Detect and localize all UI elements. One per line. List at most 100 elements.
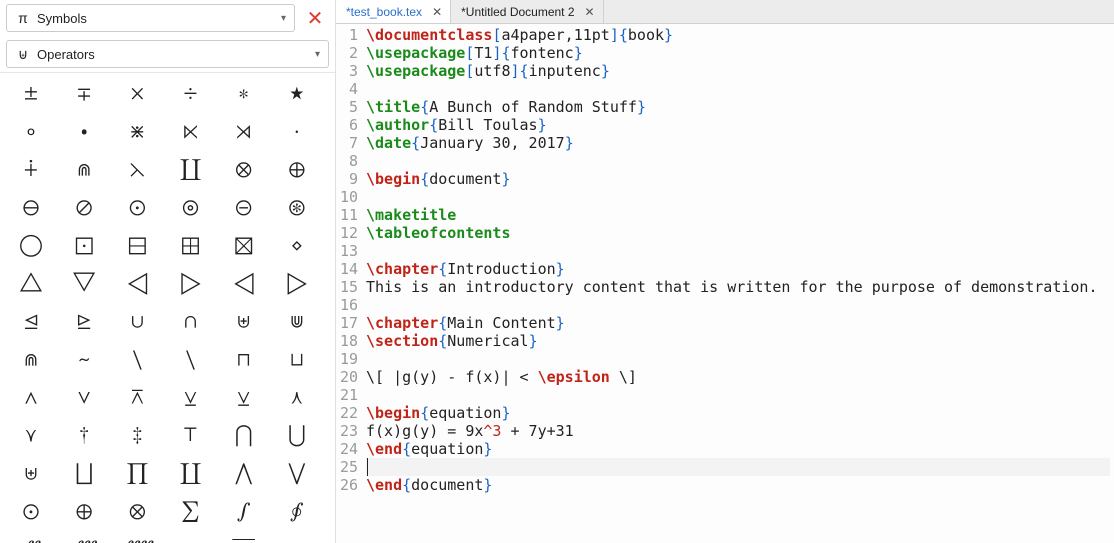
symbol-cell[interactable]: ∐ <box>170 157 212 183</box>
code-line[interactable] <box>366 242 1110 260</box>
symbol-cell[interactable]: ⋉ <box>170 119 212 145</box>
symbol-cell[interactable]: ∓ <box>63 81 105 107</box>
symbol-cell[interactable]: ⋃ <box>276 423 318 449</box>
symbol-cell[interactable]: ⊴ <box>10 309 52 335</box>
symbol-cell[interactable]: ⊗ <box>223 157 265 183</box>
code-line[interactable] <box>366 386 1110 404</box>
symbol-cell[interactable]: ∨ <box>63 385 105 411</box>
symbol-cell[interactable]: ⋇ <box>116 119 158 145</box>
editor-tab[interactable]: *Untitled Document 2✕ <box>451 0 603 23</box>
symbol-cell[interactable]: ⋂ <box>223 423 265 449</box>
editor-tab[interactable]: *test_book.tex✕ <box>336 0 451 23</box>
symbol-cell[interactable]: ∏ <box>116 461 158 487</box>
code-line[interactable]: \documentclass[a4paper,11pt]{book} <box>366 26 1110 44</box>
symbol-cell[interactable]: • <box>63 119 105 145</box>
symbol-cell[interactable]: ⊝ <box>223 195 265 221</box>
symbol-cell[interactable]: ∭ <box>63 537 105 543</box>
symbol-cell[interactable]: ⋋ <box>116 157 158 183</box>
symbol-cell[interactable]: ∖ <box>170 347 212 373</box>
symbol-cell[interactable]: ∬ <box>10 537 52 543</box>
code-line[interactable]: \end{document} <box>366 476 1110 494</box>
symbol-cell[interactable]: ∐ <box>170 461 212 487</box>
symbol-cell[interactable]: ◁ <box>116 271 158 297</box>
symbol-cell[interactable]: ⊓ <box>223 347 265 373</box>
symbol-cell[interactable]: ⊼ <box>116 385 158 411</box>
symbol-cell[interactable]: ∮ <box>276 499 318 525</box>
symbol-cell[interactable]: ⊟ <box>116 233 158 259</box>
symbol-cell[interactable]: ⋏ <box>276 385 318 411</box>
symbol-cell[interactable]: ⊙ <box>116 195 158 221</box>
symbol-cell[interactable]: ⋊ <box>223 119 265 145</box>
code-line[interactable]: \usepackage[T1]{fontenc} <box>366 44 1110 62</box>
symbol-cell[interactable]: lim <box>276 537 318 543</box>
symbol-cell[interactable]: ÷ <box>170 81 212 107</box>
symbol-cell[interactable]: ∧ <box>10 385 52 411</box>
code-line[interactable] <box>366 188 1110 206</box>
symbol-cell[interactable]: ∪ <box>116 309 158 335</box>
symbol-cell[interactable]: ⋒ <box>10 347 52 373</box>
symbol-cell[interactable]: lim <box>223 537 265 543</box>
symbol-cell[interactable]: ⊘ <box>63 195 105 221</box>
symbol-cell[interactable]: ⊻ <box>170 385 212 411</box>
symbol-cell[interactable]: ∑ <box>170 499 212 525</box>
code-line[interactable]: This is an introductory content that is … <box>366 278 1110 296</box>
symbol-cell[interactable]: ◯ <box>10 233 52 259</box>
code-line[interactable]: \[ |g(y) - f(x)| < \epsilon \] <box>366 368 1110 386</box>
code-line[interactable]: \tableofcontents <box>366 224 1110 242</box>
symbol-cell[interactable]: † <box>63 423 105 449</box>
symbol-cell[interactable]: ◁ <box>223 271 265 297</box>
symbol-cell[interactable]: ∗ <box>223 81 265 107</box>
close-panel-button[interactable]: ✕ <box>301 4 329 32</box>
code-line[interactable]: \title{A Bunch of Random Stuff} <box>366 98 1110 116</box>
symbol-cell[interactable]: ⋀ <box>223 461 265 487</box>
symbol-cell[interactable]: ⋎ <box>10 423 52 449</box>
symbol-cell[interactable]: ⋄ <box>276 233 318 259</box>
code-line[interactable] <box>366 152 1110 170</box>
symbol-cell[interactable]: ⊕ <box>276 157 318 183</box>
symbol-cell[interactable]: △ <box>10 271 52 297</box>
symbol-cell[interactable]: ⨆ <box>63 461 105 487</box>
symbol-cell[interactable]: ▷ <box>276 271 318 297</box>
symbol-cell[interactable]: ⊞ <box>170 233 212 259</box>
symbol-cell[interactable]: ⊤ <box>170 423 212 449</box>
symbol-cell[interactable]: ⊖ <box>10 195 52 221</box>
symbol-cell[interactable]: ∖ <box>116 347 158 373</box>
symbol-cell[interactable]: ⊵ <box>63 309 105 335</box>
tab-close-icon[interactable]: ✕ <box>583 5 597 19</box>
symbol-cell[interactable]: ⊻ <box>223 385 265 411</box>
symbol-cell[interactable]: ∫ <box>223 499 265 525</box>
code-line[interactable] <box>366 458 1110 476</box>
symbol-cell[interactable]: ⊠ <box>223 233 265 259</box>
code-line[interactable]: \author{Bill Toulas} <box>366 116 1110 134</box>
symbol-cell[interactable]: ▽ <box>63 271 105 297</box>
code-line[interactable]: \begin{document} <box>366 170 1110 188</box>
symbol-cell[interactable]: ⋆ <box>276 81 318 107</box>
symbol-cell[interactable]: ⊎ <box>223 309 265 335</box>
symbol-cell[interactable]: ⊗ <box>116 499 158 525</box>
code-lines[interactable]: \documentclass[a4paper,11pt]{book}\usepa… <box>362 24 1114 543</box>
symbol-cell[interactable]: ⊡ <box>63 233 105 259</box>
code-line[interactable]: \maketitle <box>366 206 1110 224</box>
symbol-cell[interactable]: × <box>116 81 158 107</box>
code-line[interactable] <box>366 296 1110 314</box>
code-line[interactable] <box>366 80 1110 98</box>
code-line[interactable]: \chapter{Main Content} <box>366 314 1110 332</box>
symbol-cell[interactable]: · <box>276 119 318 145</box>
code-line[interactable]: \chapter{Introduction} <box>366 260 1110 278</box>
code-line[interactable]: \end{equation} <box>366 440 1110 458</box>
symbol-cell[interactable]: ± <box>10 81 52 107</box>
symbol-cell[interactable]: ▷ <box>170 271 212 297</box>
operators-dropdown[interactable]: ⊎ Operators ▾ <box>6 40 329 68</box>
code-line[interactable] <box>366 350 1110 368</box>
symbol-cell[interactable]: ⊎ <box>10 461 52 487</box>
symbol-cell[interactable]: ∔ <box>10 157 52 183</box>
symbol-cell[interactable]: ⋓ <box>276 309 318 335</box>
code-line[interactable]: \usepackage[utf8]{inputenc} <box>366 62 1110 80</box>
code-line[interactable]: \begin{equation} <box>366 404 1110 422</box>
symbol-cell[interactable]: ⋁ <box>276 461 318 487</box>
code-line[interactable]: f(x)g(y) = 9x^3 + 7y+31 <box>366 422 1110 440</box>
symbol-cell[interactable]: ⊔ <box>276 347 318 373</box>
symbol-cell[interactable]: ∩ <box>170 309 212 335</box>
code-editor[interactable]: 1234567891011121314151617181920212223242… <box>336 24 1114 543</box>
symbol-cell[interactable]: ∘ <box>10 119 52 145</box>
